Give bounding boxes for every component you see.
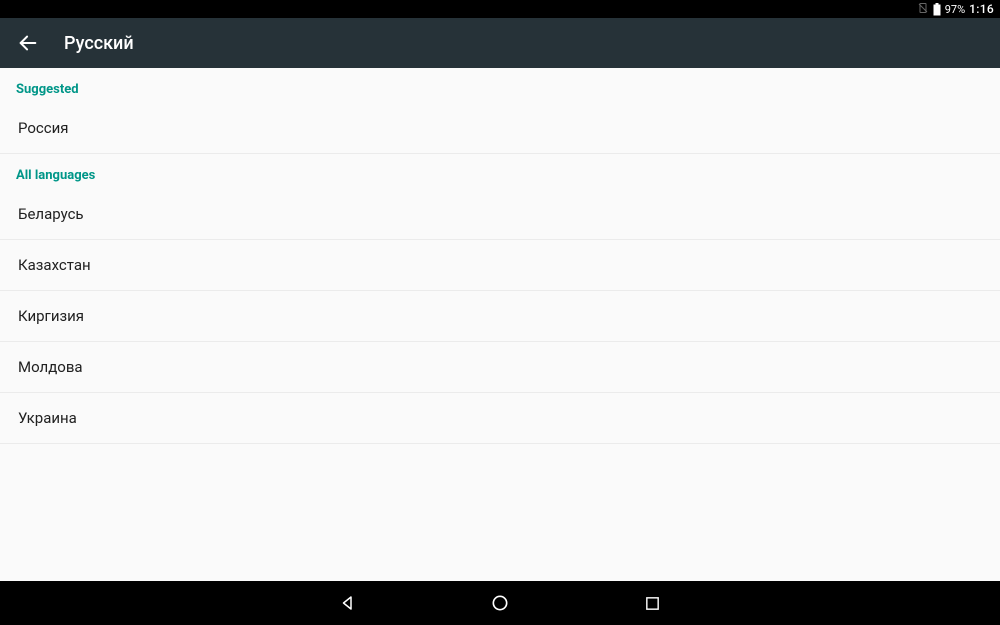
- back-button[interactable]: [16, 31, 40, 55]
- list-item[interactable]: Россия: [0, 103, 1000, 154]
- section-header-suggested: Suggested: [0, 68, 1000, 103]
- list-item[interactable]: Молдова: [0, 342, 1000, 393]
- navigation-bar: [0, 581, 1000, 625]
- app-bar: Русский: [0, 18, 1000, 68]
- battery-icon: [933, 3, 941, 16]
- clock: 1:16: [969, 2, 994, 16]
- list-item[interactable]: Беларусь: [0, 189, 1000, 240]
- battery-percent: 97%: [945, 3, 965, 16]
- section-header-all: All languages: [0, 154, 1000, 189]
- nav-recent-button[interactable]: [641, 592, 663, 614]
- list-item[interactable]: Киргизия: [0, 291, 1000, 342]
- nav-home-button[interactable]: [489, 592, 511, 614]
- list-item[interactable]: Казахстан: [0, 240, 1000, 291]
- page-title: Русский: [64, 33, 134, 54]
- no-sim-icon: [917, 2, 929, 17]
- nav-back-button[interactable]: [337, 592, 359, 614]
- status-bar: 97% 1:16: [0, 0, 1000, 18]
- content-area: Suggested Россия All languages Беларусь …: [0, 68, 1000, 581]
- list-item[interactable]: Украина: [0, 393, 1000, 444]
